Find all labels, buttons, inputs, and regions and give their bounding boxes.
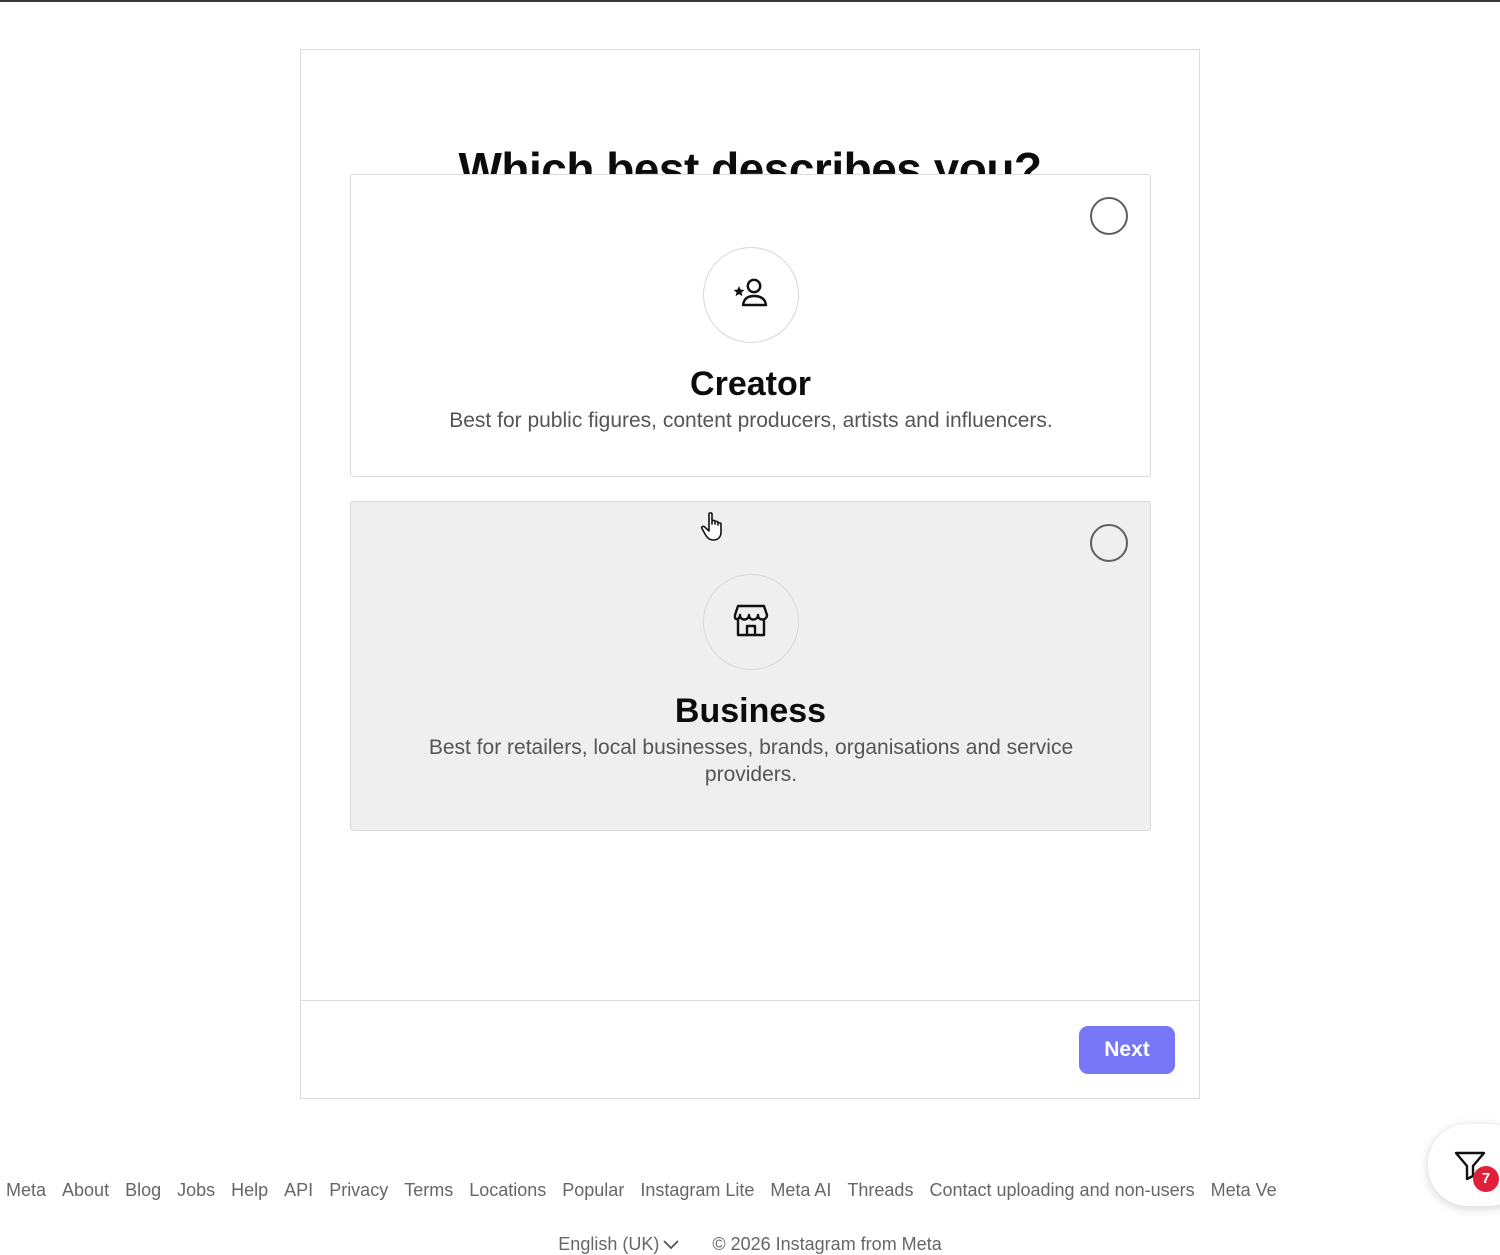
card-footer-divider: [301, 1000, 1199, 1001]
creator-title: Creator: [690, 365, 811, 403]
account-type-card: Which best describes you? Creator Best f…: [300, 49, 1200, 1099]
copyright-text: © 2026 Instagram from Meta: [712, 1234, 942, 1254]
filter-widget[interactable]: 7: [1428, 1124, 1500, 1206]
top-border: [0, 0, 1500, 2]
footer-link[interactable]: Instagram Lite: [640, 1180, 754, 1200]
creator-radio[interactable]: [1090, 197, 1128, 235]
storefront-icon: [733, 603, 769, 642]
notification-badge: 7: [1473, 1166, 1499, 1192]
business-description: Best for retailers, local businesses, br…: [428, 736, 1074, 786]
footer-link[interactable]: Meta Ve: [1211, 1180, 1277, 1200]
footer-link[interactable]: API: [284, 1180, 313, 1200]
footer-link[interactable]: Privacy: [329, 1180, 388, 1200]
creator-description: Best for public figures, content produce…: [449, 409, 1053, 432]
footer-bottom: English (UK) © 2026 Instagram from Meta: [0, 1234, 1500, 1255]
footer-link[interactable]: Blog: [125, 1180, 161, 1200]
next-button[interactable]: Next: [1079, 1026, 1175, 1074]
footer-link[interactable]: Locations: [469, 1180, 546, 1200]
language-selector[interactable]: English (UK): [558, 1234, 679, 1254]
footer-link[interactable]: Meta: [6, 1180, 46, 1200]
option-business[interactable]: Business Best for retailers, local busin…: [350, 501, 1151, 831]
business-radio[interactable]: [1090, 524, 1128, 562]
hand-cursor-icon: [700, 511, 728, 548]
chevron-down-icon: [663, 1240, 679, 1250]
person-star-icon: [733, 277, 769, 314]
business-title: Business: [674, 692, 827, 730]
footer-link[interactable]: Threads: [847, 1180, 913, 1200]
footer-links: Meta About Blog Jobs Help API Privacy Terms Loca…: [0, 1180, 1287, 1201]
footer-link[interactable]: Meta AI: [770, 1180, 831, 1200]
option-creator[interactable]: Creator Best for public figures, content…: [350, 174, 1151, 477]
footer-link[interactable]: Terms: [404, 1180, 453, 1200]
footer-link[interactable]: Contact uploading and non-users: [929, 1180, 1194, 1200]
footer-link[interactable]: About: [62, 1180, 109, 1200]
footer-link[interactable]: Popular: [562, 1180, 624, 1200]
footer-link[interactable]: Jobs: [177, 1180, 215, 1200]
business-icon-circle: [703, 574, 799, 670]
footer-link[interactable]: Help: [231, 1180, 268, 1200]
creator-icon-circle: [703, 247, 799, 343]
language-label: English (UK): [558, 1234, 660, 1254]
